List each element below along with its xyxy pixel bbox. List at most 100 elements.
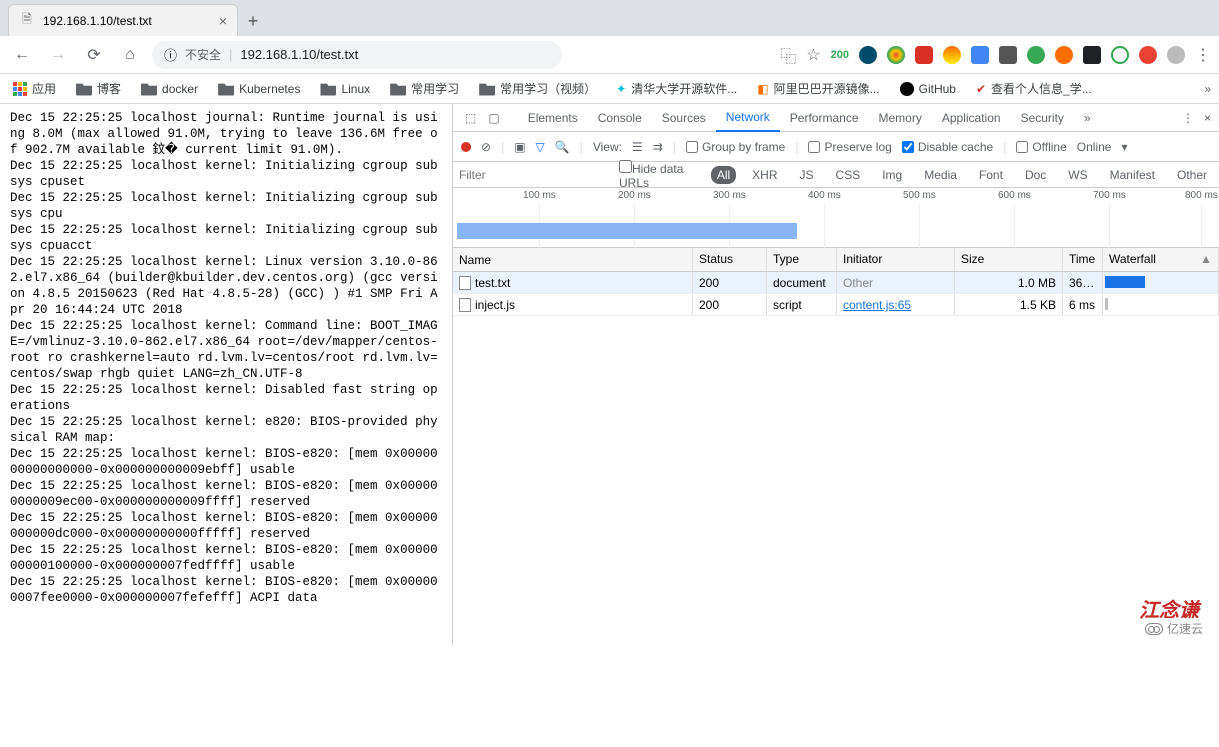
filter-font[interactable]: Font	[973, 166, 1009, 184]
tab-memory[interactable]: Memory	[869, 105, 932, 131]
filter-media[interactable]: Media	[918, 166, 963, 184]
view-label: View:	[593, 140, 622, 154]
ext-icon-10[interactable]	[1111, 46, 1129, 64]
tab-network[interactable]: Network	[716, 104, 780, 132]
device-icon[interactable]: ▢	[482, 107, 505, 129]
network-timeline[interactable]: 100 ms 200 ms 300 ms 400 ms 500 ms 600 m…	[453, 188, 1219, 248]
apps-button[interactable]: 应用	[8, 77, 61, 100]
filter-input[interactable]	[459, 168, 609, 182]
bookmark-study[interactable]: 常用学习	[385, 77, 464, 100]
filter-manifest[interactable]: Manifest	[1104, 166, 1161, 184]
tab-security[interactable]: Security	[1011, 105, 1074, 131]
table-row[interactable]: test.txt 200 document Other 1.0 MB 36…	[453, 272, 1219, 294]
col-time[interactable]: Time	[1063, 248, 1103, 271]
table-row[interactable]: inject.js 200 script content.js:65 1.5 K…	[453, 294, 1219, 316]
view-large-icon[interactable]: ☰	[632, 140, 643, 154]
browser-tab-bar: 🗎 192.168.1.10/test.txt × +	[0, 0, 1219, 36]
bookmark-alibaba[interactable]: ◧阿里巴巴开源镜像...	[752, 77, 884, 100]
page-icon	[459, 298, 471, 312]
bookmark-tsinghua[interactable]: ✦清华大学开源软件...	[611, 77, 742, 100]
ext-icon-4[interactable]	[943, 46, 961, 64]
reload-button[interactable]: ⟳	[80, 41, 108, 69]
file-icon: 🗎	[19, 13, 35, 29]
bookmark-study-video[interactable]: 常用学习（视频）	[474, 77, 601, 100]
tick: 300 ms	[713, 190, 746, 201]
ext-icon-3[interactable]	[915, 46, 933, 64]
filter-img[interactable]: Img	[876, 166, 908, 184]
ext-icon-2[interactable]	[887, 46, 905, 64]
filter-other[interactable]: Other	[1171, 166, 1213, 184]
bookmark-personal[interactable]: ✔查看个人信息_学...	[971, 77, 1097, 100]
filter-xhr[interactable]: XHR	[746, 166, 783, 184]
view-small-icon[interactable]: ⇉	[653, 140, 663, 154]
ext-icon-11[interactable]	[1139, 46, 1157, 64]
col-waterfall[interactable]: Waterfall▲	[1103, 248, 1219, 271]
new-tab-button[interactable]: +	[238, 6, 268, 36]
page-content: Dec 15 22:25:25 localhost journal: Runti…	[0, 104, 452, 645]
tab-application[interactable]: Application	[932, 105, 1011, 131]
url-box[interactable]: ⓘ 不安全 | 192.168.1.10/test.txt	[152, 41, 562, 69]
folder-icon	[218, 82, 234, 96]
back-button[interactable]: ←	[8, 41, 36, 69]
filter-doc[interactable]: Doc	[1019, 166, 1052, 184]
camera-icon[interactable]: ▣	[514, 140, 525, 154]
col-size[interactable]: Size	[955, 248, 1063, 271]
tab-sources[interactable]: Sources	[652, 105, 716, 131]
translate-icon[interactable]: ⿻	[780, 43, 796, 67]
throttle-select[interactable]: Online ▾	[1077, 140, 1128, 154]
ext-icon-8[interactable]	[1055, 46, 1073, 64]
tick: 200 ms	[618, 190, 651, 201]
close-tab-icon[interactable]: ×	[219, 13, 227, 29]
hide-data-urls-checkbox[interactable]: Hide data URLs	[619, 160, 701, 190]
star-icon[interactable]: ☆	[806, 45, 820, 65]
group-by-frame-checkbox[interactable]: Group by frame	[686, 140, 785, 154]
timeline-bar	[457, 223, 797, 239]
tab-console[interactable]: Console	[588, 105, 652, 131]
bookmark-docker[interactable]: docker	[136, 79, 203, 99]
bookmark-linux[interactable]: Linux	[315, 79, 375, 99]
bookmark-blog[interactable]: 博客	[71, 77, 126, 100]
bookmark-github[interactable]: GitHub	[895, 79, 961, 99]
info-icon[interactable]: ⓘ	[164, 45, 177, 64]
ext-icon-6[interactable]	[999, 46, 1017, 64]
filter-toggle-icon[interactable]: ▽	[536, 140, 545, 154]
folder-icon	[479, 82, 495, 96]
folder-icon	[390, 82, 406, 96]
initiator-link[interactable]: content.js:65	[843, 298, 911, 312]
menu-icon[interactable]: ⋮	[1195, 45, 1211, 65]
ext-icon-12[interactable]	[1167, 46, 1185, 64]
preserve-log-checkbox[interactable]: Preserve log	[808, 140, 891, 154]
devtools-menu-icon[interactable]: ⋮	[1182, 111, 1194, 125]
badge-200: 200	[831, 49, 849, 61]
col-initiator[interactable]: Initiator	[837, 248, 955, 271]
devtools-close-icon[interactable]: ×	[1204, 111, 1211, 125]
offline-checkbox[interactable]: Offline	[1016, 140, 1066, 154]
record-button[interactable]	[461, 142, 471, 152]
site-icon: ✦	[616, 82, 626, 96]
forward-button[interactable]: →	[44, 41, 72, 69]
ext-icon-9[interactable]	[1083, 46, 1101, 64]
table-header: Name Status Type Initiator Size Time Wat…	[453, 248, 1219, 272]
clear-icon[interactable]: ⊘	[481, 140, 491, 154]
filter-all[interactable]: All	[711, 166, 736, 184]
bookmarks-overflow[interactable]: »	[1204, 82, 1211, 96]
tab-elements[interactable]: Elements	[518, 105, 588, 131]
search-icon[interactable]: 🔍	[555, 140, 570, 154]
disable-cache-checkbox[interactable]: Disable cache	[902, 140, 993, 154]
ext-icon-7[interactable]	[1027, 46, 1045, 64]
home-button[interactable]: ⌂	[116, 41, 144, 69]
ext-icon-1[interactable]	[859, 46, 877, 64]
col-type[interactable]: Type	[767, 248, 837, 271]
tabs-overflow[interactable]: »	[1074, 105, 1101, 131]
ext-icon-5[interactable]	[971, 46, 989, 64]
filter-js[interactable]: JS	[794, 166, 820, 184]
bookmark-k8s[interactable]: Kubernetes	[213, 79, 305, 99]
filter-css[interactable]: CSS	[830, 166, 867, 184]
inspect-icon[interactable]: ⬚	[459, 107, 482, 129]
browser-tab[interactable]: 🗎 192.168.1.10/test.txt ×	[8, 4, 238, 36]
col-status[interactable]: Status	[693, 248, 767, 271]
tab-performance[interactable]: Performance	[780, 105, 869, 131]
col-name[interactable]: Name	[453, 248, 693, 271]
filter-ws[interactable]: WS	[1062, 166, 1093, 184]
security-warning: 不安全	[185, 46, 221, 63]
